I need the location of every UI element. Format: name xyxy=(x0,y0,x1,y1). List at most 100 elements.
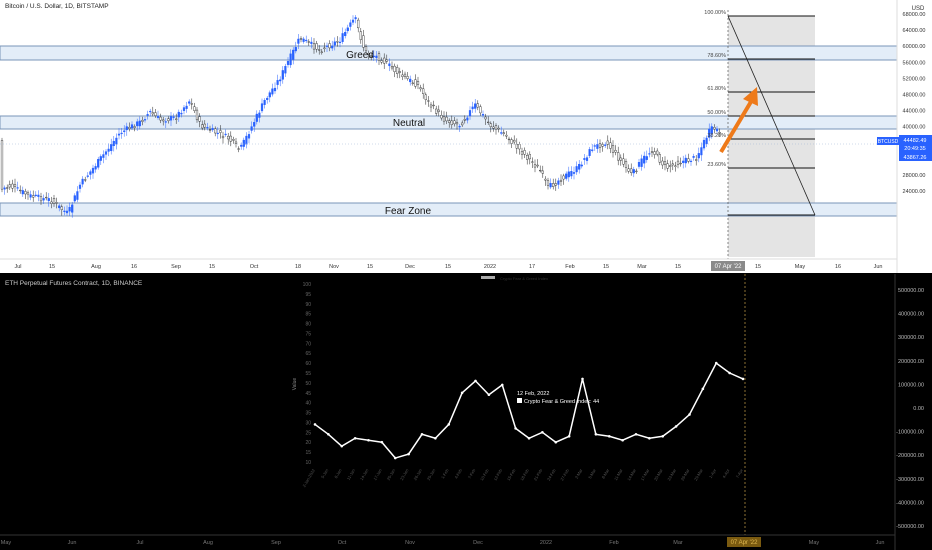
candle-body xyxy=(619,157,622,161)
candle-body xyxy=(227,135,230,140)
fear-greed-chart[interactable]: Crypto Fear & Greed Index 100 95 90 85 80 75 7… xyxy=(0,274,932,550)
date-tick-label: Jun xyxy=(876,540,885,546)
date-tick-label: Mar xyxy=(637,264,647,270)
candle-body xyxy=(411,82,414,84)
date-tick-label: Oct xyxy=(250,264,259,270)
fear-zone-label: Fear Zone xyxy=(385,206,432,217)
price-tick-label: 52000.00 xyxy=(903,76,926,82)
price-axis[interactable]: 68000.00 64000.00 60000.00 56000.00 52000.00… xyxy=(903,12,926,195)
candle-body xyxy=(380,60,383,63)
candle-body xyxy=(224,133,227,136)
price-tick-label: 64000.00 xyxy=(903,28,926,34)
candle-body xyxy=(133,126,136,128)
tooltip-swatch xyxy=(517,398,522,403)
candle-body xyxy=(185,105,188,109)
candle-body xyxy=(120,132,123,135)
candle-body xyxy=(279,79,282,82)
candle-body xyxy=(466,117,469,121)
price-tick-label: 68000.00 xyxy=(903,12,926,18)
candle-body xyxy=(115,137,118,145)
value-tick-label: 20 xyxy=(305,440,311,446)
candle-body xyxy=(609,142,612,149)
x-tick-label: 4-Feb xyxy=(453,467,463,479)
value-tick-label: 85 xyxy=(305,312,311,318)
candle-body xyxy=(463,119,466,121)
crosshair-date: 07 Apr '22 xyxy=(715,264,742,270)
candle-body xyxy=(637,162,641,167)
price-tick-label: 400000.00 xyxy=(898,312,924,318)
price-axis[interactable]: 500000.00 400000.00 300000.00 200000.00 1000… xyxy=(896,288,924,530)
data-point xyxy=(581,377,584,381)
candle-body xyxy=(414,79,417,87)
candle-body xyxy=(58,205,61,209)
data-point xyxy=(741,377,745,381)
candle-body xyxy=(294,47,297,52)
candle-body xyxy=(489,123,492,127)
candle-body xyxy=(84,179,87,181)
candle-body xyxy=(445,116,448,122)
candle-body xyxy=(520,151,524,155)
candle-body xyxy=(214,128,217,134)
candle-body xyxy=(29,194,32,198)
value-axis: 100 95 90 85 80 75 70 65 60 55 50 45 40 35 30 25 20 15 10 xyxy=(303,282,312,466)
btc-chart-panel[interactable]: 100.00% 78.60% 61.80% 50.00% 38.20% 23.6… xyxy=(0,0,932,273)
candle-body xyxy=(497,127,500,130)
candle-body xyxy=(484,116,487,120)
candle-body xyxy=(110,144,113,152)
candle-body xyxy=(640,158,643,167)
x-tick-label: 7-Apr xyxy=(735,467,745,479)
candle-body xyxy=(13,184,17,187)
ticker-label: BTCUSD xyxy=(878,139,899,145)
candle-body xyxy=(565,173,568,179)
candle-body xyxy=(552,183,555,187)
candle-body xyxy=(198,116,201,122)
price-tick-label: 200000.00 xyxy=(898,359,924,365)
candle-body xyxy=(143,119,147,121)
price-tick-label: -500000.00 xyxy=(896,524,924,530)
x-tick-label: 2-Mar xyxy=(574,467,584,479)
candle-body xyxy=(190,103,193,105)
candle-body xyxy=(232,139,235,141)
data-point xyxy=(327,433,330,436)
candle-body xyxy=(435,108,438,114)
x-tick-label: 29-Jan xyxy=(426,468,436,481)
greed-zone[interactable] xyxy=(0,45,898,61)
candle-body xyxy=(19,189,22,192)
candle-body xyxy=(203,123,206,128)
eth-chart-panel[interactable]: Crypto Fear & Greed Index 100 95 90 85 80 75 7… xyxy=(0,274,932,550)
date-tick-label: Sep xyxy=(271,540,281,546)
candle-body xyxy=(99,156,102,161)
x-tick-label: 23-Jan xyxy=(399,468,409,481)
x-tick-label: 15-Feb xyxy=(506,467,517,481)
candle-body xyxy=(689,160,693,163)
x-tick-label: 21-Feb xyxy=(533,467,544,481)
x-tick-label: 23-Mar xyxy=(666,467,677,481)
greed-zone-label: Greed xyxy=(346,50,374,61)
y-axis-label: Value xyxy=(292,378,298,391)
btc-price-chart[interactable]: 100.00% 78.60% 61.80% 50.00% 38.20% 23.6… xyxy=(0,0,932,273)
candle-body xyxy=(175,118,178,120)
candle-body xyxy=(474,103,477,109)
candle-body xyxy=(383,57,386,64)
candle-body xyxy=(289,53,292,66)
candle-body xyxy=(310,41,313,44)
fear-zone[interactable] xyxy=(0,202,898,217)
date-tick-label: Jul xyxy=(136,540,143,546)
data-point xyxy=(688,413,691,416)
price-tick-label: -400000.00 xyxy=(896,500,924,506)
countdown: 20:49:35 xyxy=(904,146,925,152)
value-tick-label: 80 xyxy=(305,322,311,328)
date-tick-label: Dec xyxy=(473,540,483,546)
x-tick-label: 10-Feb xyxy=(479,467,490,481)
candle-body xyxy=(500,132,503,134)
date-axis[interactable]: Jul 15 Aug 16 Sep 15 Oct 18 Nov 15 Dec 15 2022 17 Feb 1… xyxy=(14,264,882,270)
candle-body xyxy=(266,97,269,100)
data-point xyxy=(541,431,544,434)
candle-body xyxy=(320,51,323,53)
candle-body xyxy=(471,106,474,110)
x-tick-label: 4-Apr xyxy=(721,467,731,479)
candle-body xyxy=(193,106,196,111)
candle-body xyxy=(237,148,240,150)
candle-body xyxy=(695,159,698,161)
date-tick-label: May xyxy=(809,540,820,546)
